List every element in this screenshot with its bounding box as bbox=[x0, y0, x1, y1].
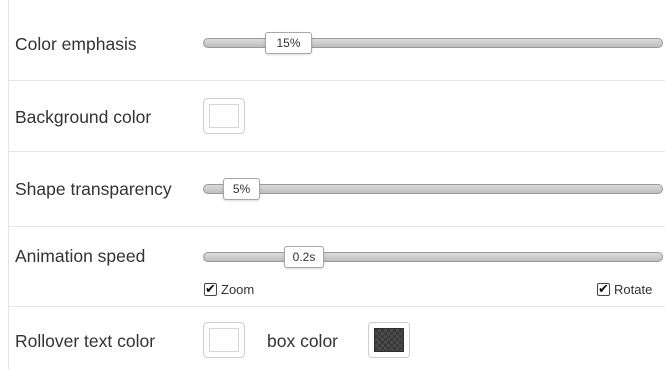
shape-transparency-slider-track[interactable] bbox=[203, 184, 663, 194]
rotate-checkbox-box[interactable]: ✔ bbox=[597, 281, 610, 296]
zoom-checkbox-box[interactable]: ✔ bbox=[204, 281, 217, 296]
box-color-swatch[interactable] bbox=[368, 322, 410, 358]
color-emphasis-label: Color emphasis bbox=[15, 34, 137, 54]
zoom-checkbox-label: Zoom bbox=[221, 282, 255, 297]
checkmark-icon: ✔ bbox=[205, 281, 216, 296]
animation-speed-slider-handle[interactable]: 0.2s bbox=[284, 246, 324, 268]
row-shape-transparency: Shape transparency 5% bbox=[8, 152, 665, 227]
background-color-swatch-fill bbox=[209, 104, 239, 128]
shape-transparency-slider-handle[interactable]: 5% bbox=[223, 178, 260, 200]
color-emphasis-slider-handle[interactable]: 15% bbox=[265, 32, 312, 54]
row-animation-speed: Animation speed 0.2s ✔ Zoom ✔ Rotate bbox=[8, 227, 665, 307]
rotate-checkbox-label: Rotate bbox=[614, 282, 653, 297]
rotate-checkbox[interactable]: ✔ Rotate bbox=[597, 281, 653, 297]
checkmark-icon: ✔ bbox=[598, 281, 609, 296]
rollover-text-color-swatch-fill bbox=[209, 328, 239, 352]
animation-speed-label: Animation speed bbox=[15, 246, 146, 266]
rollover-text-color-label: Rollover text color bbox=[15, 331, 156, 351]
row-background-color: Background color bbox=[8, 81, 665, 152]
zoom-checkbox[interactable]: ✔ Zoom bbox=[204, 281, 255, 297]
animation-speed-slider-track[interactable] bbox=[203, 252, 663, 262]
background-color-swatch[interactable] bbox=[203, 98, 245, 134]
box-color-label: box color bbox=[267, 331, 339, 351]
box-color-swatch-fill bbox=[374, 328, 404, 352]
row-rollover-colors: Rollover text color box color bbox=[8, 307, 665, 369]
rollover-text-color-swatch[interactable] bbox=[203, 322, 245, 358]
shape-transparency-label: Shape transparency bbox=[15, 179, 172, 199]
background-color-label: Background color bbox=[15, 107, 152, 127]
row-color-emphasis: Color emphasis 15% bbox=[8, 0, 665, 81]
